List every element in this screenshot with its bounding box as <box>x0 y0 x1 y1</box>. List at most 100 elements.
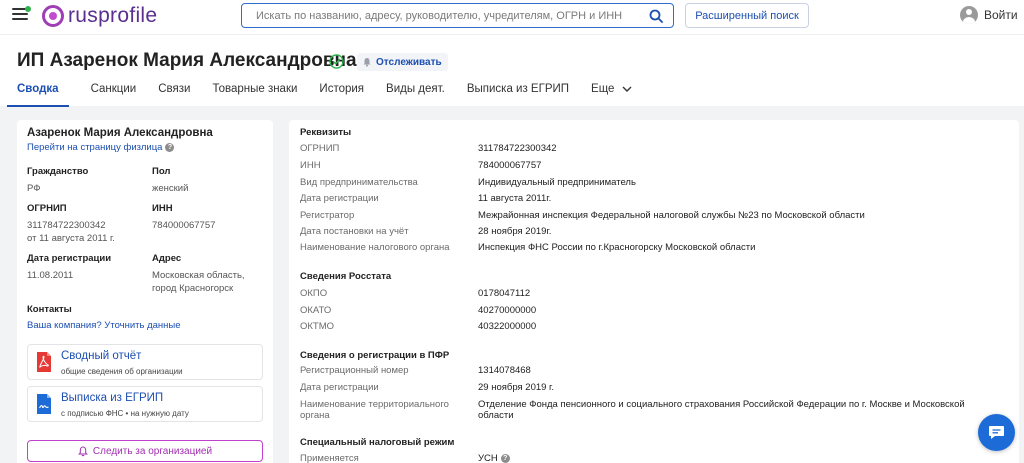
summary-report-subtitle: общие сведения об организации <box>61 367 183 376</box>
tab-summary[interactable]: Сводка <box>7 83 69 107</box>
tab-links[interactable]: Связи <box>158 83 190 107</box>
rosstat-value: 40270000000 <box>478 305 537 316</box>
contacts-label: Контакты <box>27 304 72 315</box>
rosstat-key: ОКАТО <box>300 305 332 316</box>
search-input[interactable] <box>242 4 642 27</box>
pfr-title: Сведения о регистрации в ПФР <box>300 350 450 361</box>
help-icon[interactable]: ? <box>500 453 510 463</box>
requisite-value: 311784722300342 <box>478 143 557 154</box>
check-circle-icon <box>329 54 344 69</box>
requisite-value: Межрайонная инспекция Федеральной налого… <box>478 210 865 221</box>
requisite-key: Вид предпринимательства <box>300 177 418 188</box>
pfr-org-key-line-2: органа <box>300 410 330 421</box>
requisite-value: Инспекция ФНС России по г.Красногорску М… <box>478 242 756 253</box>
tab-sanctions[interactable]: Санкции <box>91 83 137 107</box>
ogrnip-date: от 11 августа 2011 г. <box>27 233 115 244</box>
bell-icon <box>363 58 371 67</box>
requisite-key: Регистратор <box>300 210 355 221</box>
reg-date-label: Дата регистрации <box>27 253 112 264</box>
search-icon[interactable] <box>649 9 663 23</box>
search-box <box>241 3 674 28</box>
logo-text: rusprofile <box>68 4 158 27</box>
advanced-search-button[interactable]: Расширенный поиск <box>685 3 809 28</box>
tax-regime-title: Специальный налоговый режим <box>300 437 455 448</box>
requisite-value: 784000067757 <box>478 160 542 171</box>
pfr-value: 29 ноября 2019 г. <box>478 382 554 393</box>
tab-trademarks[interactable]: Товарные знаки <box>212 83 297 107</box>
details-card: Реквизиты ОГРНИП 311784722300342 ИНН 784… <box>289 120 1019 463</box>
requisite-value: 28 ноября 2019г. <box>478 226 552 237</box>
pdf-icon <box>37 352 51 372</box>
rosstat-value: 0178047112 <box>478 288 531 299</box>
help-icon[interactable]: ? <box>165 142 175 152</box>
rosstat-key: ОКПО <box>300 288 328 299</box>
watch-organization-label: Следить за организацией <box>92 445 213 457</box>
pfr-org-key-line-1: Наименование территориального <box>300 399 449 410</box>
egrip-extract-title: Выписка из ЕГРИП <box>61 392 164 404</box>
tax-regime-key: Применяется <box>300 453 359 463</box>
rosstat-key: ОКТМО <box>300 321 335 332</box>
tab-activities[interactable]: Виды деят. <box>386 83 445 107</box>
bell-icon <box>77 445 88 456</box>
address-line-1: Московская область, <box>152 270 245 281</box>
tax-regime-value: УСН <box>478 453 498 463</box>
tab-more[interactable]: Еще <box>591 83 632 107</box>
summary-report-title: Сводный отчёт <box>61 350 142 362</box>
chevron-down-icon <box>622 86 632 92</box>
address-line-2: город Красногорск <box>152 283 234 294</box>
login-button[interactable]: Войти <box>960 6 1018 24</box>
follow-button[interactable]: Отслеживать <box>357 53 448 71</box>
requisite-key: Наименование налогового органа <box>300 242 450 253</box>
person-page-link[interactable]: Перейти на страницу физлица? <box>27 142 175 153</box>
tab-egrip-extract[interactable]: Выписка из ЕГРИП <box>467 83 569 107</box>
reg-date-value: 11.08.2011 <box>27 270 74 281</box>
title-bar: ИП Азаренок Мария Александровна Отслежив… <box>0 34 1024 107</box>
doc-icon <box>37 394 51 414</box>
address-label: Адрес <box>152 253 182 264</box>
requisite-key: Дата постановки на учёт <box>300 226 409 237</box>
pfr-key: Дата регистрации <box>300 382 379 393</box>
egrip-extract-card[interactable]: Выписка из ЕГРИП с подписью ФНС • на нуж… <box>27 386 263 422</box>
tab-more-label: Еще <box>591 83 615 95</box>
inn-value: 784000067757 <box>152 220 216 231</box>
pfr-org-value-line-2: области <box>478 410 514 421</box>
person-page-link-label: Перейти на страницу физлица <box>27 142 163 153</box>
ogrnip-label: ОГРНИП <box>27 203 67 214</box>
pfr-org-value-line-1: Отделение Фонда пенсионного и социальног… <box>478 399 965 410</box>
contacts-link[interactable]: Ваша компания? Уточнить данные <box>27 320 181 331</box>
requisite-key: Дата регистрации <box>300 193 379 204</box>
pfr-value: 1314078468 <box>478 365 531 376</box>
person-name: Азаренок Мария Александровна <box>27 127 213 139</box>
citizenship-label: Гражданство <box>27 166 89 177</box>
user-icon <box>960 6 978 24</box>
egrip-extract-subtitle: с подписью ФНС • на нужную дату <box>61 409 189 418</box>
gender-value: женский <box>152 183 189 194</box>
pfr-key: Регистрационный номер <box>300 365 409 376</box>
follow-label: Отслеживать <box>376 56 442 68</box>
logo[interactable]: rusprofile <box>42 3 157 29</box>
inn-label: ИНН <box>152 203 173 214</box>
chat-button[interactable] <box>978 414 1015 451</box>
summary-report-card[interactable]: Сводный отчёт общие сведения об организа… <box>27 344 263 380</box>
requisites-title: Реквизиты <box>300 127 352 138</box>
tabs: Сводка Санкции Связи Товарные знаки Исто… <box>7 83 654 107</box>
top-bar: rusprofile Расширенный поиск Войти <box>0 0 1024 34</box>
ogrnip-value: 311784722300342 <box>27 220 106 231</box>
citizenship-value: РФ <box>27 183 41 194</box>
requisite-value: 11 августа 2011г. <box>478 193 552 204</box>
menu-icon[interactable] <box>12 6 31 22</box>
requisite-key: ОГРНИП <box>300 143 340 154</box>
requisite-key: ИНН <box>300 160 321 171</box>
logo-mark-icon <box>42 5 64 27</box>
login-label: Войти <box>984 8 1018 22</box>
requisite-value: Индивидуальный предприниматель <box>478 177 636 188</box>
rosstat-value: 40322000000 <box>478 321 537 332</box>
tab-history[interactable]: История <box>319 83 364 107</box>
chat-icon <box>989 426 1004 439</box>
watch-organization-button[interactable]: Следить за организацией <box>27 440 263 462</box>
tax-regime-value-row: УСН? <box>478 453 510 463</box>
summary-card: Азаренок Мария Александровна Перейти на … <box>17 120 273 463</box>
gender-label: Пол <box>152 166 171 177</box>
rosstat-title: Сведения Росстата <box>300 271 392 282</box>
page-title: ИП Азаренок Мария Александровна <box>17 50 357 71</box>
